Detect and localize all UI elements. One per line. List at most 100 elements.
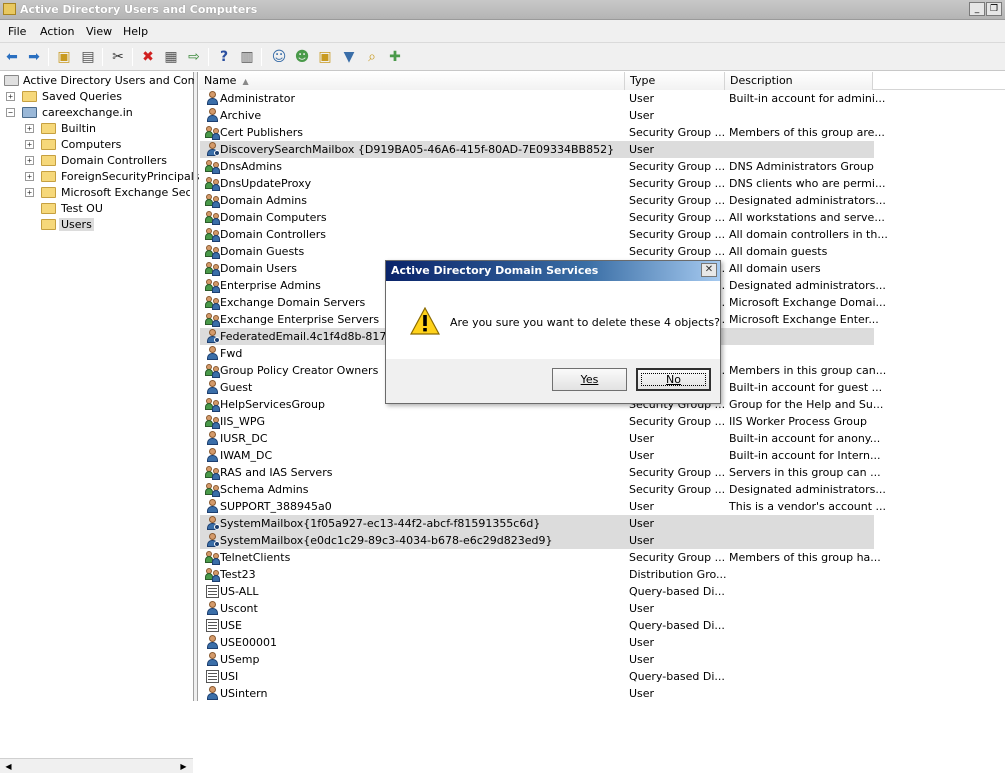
warning-icon: [410, 307, 440, 335]
minimize-button[interactable]: _: [969, 2, 985, 16]
list-item[interactable]: USI Query-based Di...: [199, 668, 1005, 685]
expand-icon[interactable]: +: [25, 172, 34, 181]
row-description: Members of this group are...: [729, 126, 885, 139]
user-icon: [205, 91, 220, 106]
pane-splitter[interactable]: [194, 72, 198, 701]
list-item[interactable]: Uscont User: [199, 600, 1005, 617]
tree-horizontal-scrollbar[interactable]: ◀ ▶: [0, 758, 193, 773]
folder-icon: [22, 91, 37, 102]
new-group-icon[interactable]: ☻: [292, 47, 312, 67]
list-item[interactable]: Administrator User Built-in account for ad…: [199, 90, 1005, 107]
scroll-left-icon[interactable]: ◀: [3, 761, 14, 772]
restore-button[interactable]: ❐: [986, 2, 1002, 16]
cut-icon[interactable]: ✂: [108, 47, 128, 67]
expand-icon[interactable]: +: [25, 124, 34, 133]
list-item[interactable]: DnsUpdateProxy Security Group ... DNS clie…: [199, 175, 1005, 192]
properties-icon[interactable]: ▦: [161, 47, 181, 67]
row-type: Security Group ...: [629, 194, 726, 207]
tree-item-microsoft-exchange-security[interactable]: + Microsoft Exchange Securit: [25, 185, 190, 201]
list-item[interactable]: SUPPORT_388945a0 User This is a vendor's a…: [199, 498, 1005, 515]
group-icon: [205, 312, 220, 327]
collapse-icon[interactable]: −: [6, 108, 15, 117]
list-item[interactable]: Domain Admins Security Group ... Designate…: [199, 192, 1005, 209]
list-item[interactable]: Schema Admins Security Group ... Designate…: [199, 481, 1005, 498]
tree-item-users[interactable]: Users: [25, 217, 190, 233]
row-name: IIS_WPG: [220, 415, 266, 428]
row-type: User: [629, 602, 655, 615]
row-description: IIS Worker Process Group: [729, 415, 867, 428]
list-item[interactable]: DnsAdmins Security Group ... DNS Administr…: [199, 158, 1005, 175]
dialog-message: Are you sure you want to delete these 4 …: [450, 316, 720, 329]
list-item[interactable]: Cert Publishers Security Group ... Members…: [199, 124, 1005, 141]
expand-icon[interactable]: +: [25, 156, 34, 165]
list-item[interactable]: IUSR_DC User Built-in account for anony...: [199, 430, 1005, 447]
user-icon: [205, 635, 220, 650]
new-user-icon[interactable]: ☺: [269, 47, 289, 67]
row-description: Designated administrators...: [729, 194, 886, 207]
list-item[interactable]: SystemMailbox{e0dc1c29-89c3-4034-b678-e6…: [199, 532, 1005, 549]
row-name: HelpServicesGroup: [220, 398, 325, 411]
yes-button[interactable]: Yes: [552, 368, 627, 391]
export-list-icon[interactable]: ⇨: [184, 47, 204, 67]
menu-view[interactable]: View: [86, 25, 112, 38]
row-type: Security Group ...: [629, 483, 726, 496]
filter-icon[interactable]: ▼: [339, 47, 359, 67]
row-name: Domain Controllers: [220, 228, 327, 241]
user-icon: [205, 686, 220, 701]
tree-item-test-ou[interactable]: Test OU: [25, 201, 190, 217]
list-item[interactable]: RAS and IAS Servers Security Group ... Ser…: [199, 464, 1005, 481]
folder-icon: [41, 171, 56, 182]
list-item[interactable]: USintern User: [199, 685, 1005, 702]
add-to-group-icon[interactable]: ✚: [385, 47, 405, 67]
list-item[interactable]: US-ALL Query-based Di...: [199, 583, 1005, 600]
list-item[interactable]: Domain Controllers Security Group ... All …: [199, 226, 1005, 243]
user-icon: [205, 652, 220, 667]
menu-help[interactable]: Help: [123, 25, 148, 38]
list-item[interactable]: TelnetClients Security Group ... Members o…: [199, 549, 1005, 566]
up-folder-icon[interactable]: ▣: [54, 47, 74, 67]
list-item[interactable]: Archive User: [199, 107, 1005, 124]
expand-icon[interactable]: +: [6, 92, 15, 101]
expand-icon[interactable]: +: [25, 140, 34, 149]
help-icon[interactable]: ?: [214, 47, 234, 67]
expand-icon[interactable]: +: [25, 188, 34, 197]
tree-item-domain[interactable]: − careexchange.in: [6, 105, 186, 121]
row-type: User: [629, 517, 655, 530]
list-item[interactable]: Domain Computers Security Group ... All wo…: [199, 209, 1005, 226]
row-type: User: [629, 636, 655, 649]
tree-item-computers[interactable]: + Computers: [25, 137, 190, 153]
list-item[interactable]: IWAM_DC User Built-in account for Intern..…: [199, 447, 1005, 464]
list-item[interactable]: Domain Guests Security Group ... All domai…: [199, 243, 1005, 260]
scroll-right-icon[interactable]: ▶: [178, 761, 189, 772]
menu-action[interactable]: Action: [40, 25, 74, 38]
list-item[interactable]: SystemMailbox{1f05a927-ec13-44f2-abcf-f8…: [199, 515, 1005, 532]
show-hide-console-tree-icon[interactable]: ▤: [78, 47, 98, 67]
list-item[interactable]: DiscoverySearchMailbox {D919BA05-46A6-41…: [199, 141, 1005, 158]
group-icon: [205, 159, 220, 174]
no-button[interactable]: No: [636, 368, 711, 391]
column-header-description[interactable]: Description: [725, 72, 873, 90]
column-header-name[interactable]: Name ▲: [199, 72, 625, 90]
tree-item-builtin[interactable]: + Builtin: [25, 121, 190, 137]
forward-icon[interactable]: ➡: [24, 47, 44, 67]
console-icon[interactable]: ▥: [237, 47, 257, 67]
close-icon[interactable]: ✕: [701, 263, 717, 277]
menu-file[interactable]: File: [8, 25, 26, 38]
tree-item-saved-queries[interactable]: + Saved Queries: [6, 89, 186, 105]
list-item[interactable]: USE Query-based Di...: [199, 617, 1005, 634]
row-type: Security Group ...: [629, 126, 726, 139]
new-ou-icon[interactable]: ▣: [315, 47, 335, 67]
group-icon: [205, 414, 220, 429]
list-item[interactable]: Test23 Distribution Gro...: [199, 566, 1005, 583]
tree-item-foreign-security-principals[interactable]: + ForeignSecurityPrincipals: [25, 169, 200, 185]
row-type: User: [629, 92, 655, 105]
list-item[interactable]: USE00001 User: [199, 634, 1005, 651]
column-header-type[interactable]: Type: [625, 72, 725, 90]
delete-icon[interactable]: ✖: [138, 47, 158, 67]
row-description: All domain users: [729, 262, 821, 275]
tree-item-domain-controllers[interactable]: + Domain Controllers: [25, 153, 190, 169]
find-icon[interactable]: ⌕: [362, 47, 382, 67]
list-item[interactable]: USemp User: [199, 651, 1005, 668]
back-icon[interactable]: ⬅: [2, 47, 22, 67]
list-item[interactable]: IIS_WPG Security Group ... IIS Worker Proc…: [199, 413, 1005, 430]
